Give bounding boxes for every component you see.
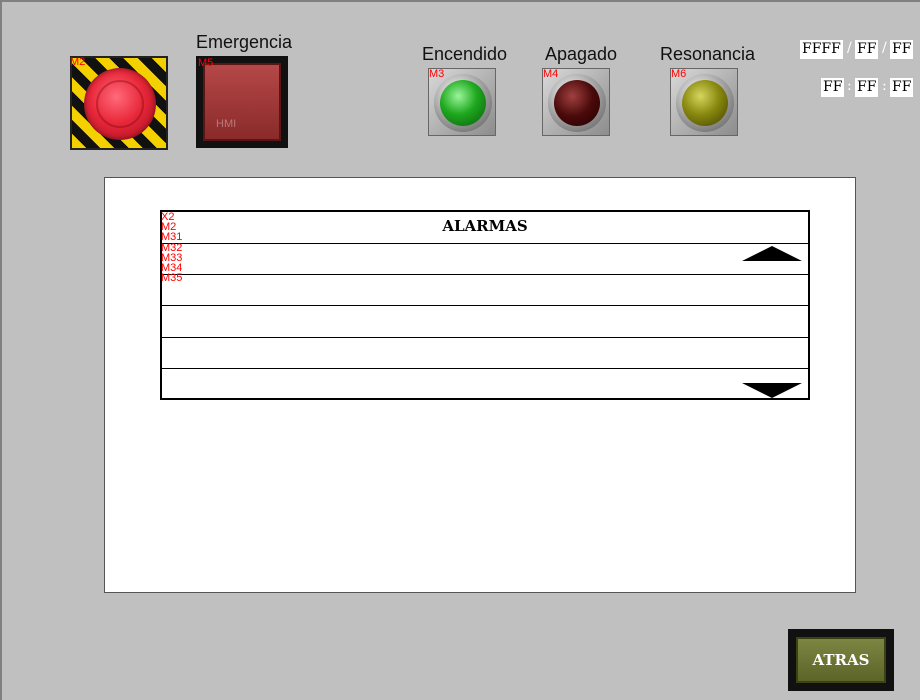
light-tag-resonancia: M6 — [671, 68, 687, 80]
time-minute: FF — [855, 78, 879, 97]
alarm-row[interactable] — [162, 305, 808, 306]
alarm-row[interactable] — [162, 337, 808, 338]
emergency-button[interactable] — [196, 56, 288, 148]
emergency-tag: M5 — [198, 57, 214, 69]
hmi-screen: M2 Emergencia M5 HMI Encendido M3 Apagad… — [0, 0, 920, 700]
emergency-button-face — [203, 63, 281, 141]
light-lens-red — [554, 80, 600, 126]
estop-tag: M2 — [70, 56, 86, 68]
light-title-apagado: Apagado — [545, 44, 618, 64]
time-sep: : — [847, 78, 852, 94]
scroll-up-arrow-icon[interactable] — [742, 246, 802, 261]
time-hour: FF — [821, 78, 845, 97]
date-day: FF — [890, 40, 914, 59]
light-tag-encendido: M3 — [429, 68, 445, 80]
back-button-label: ATRAS — [796, 637, 886, 683]
alarm-table[interactable]: ALARMAS — [160, 210, 810, 400]
emergency-title: Emergencia — [196, 32, 293, 52]
date-sep: / — [882, 40, 887, 56]
emergency-stop-ring — [96, 80, 144, 128]
date-month: FF — [855, 40, 879, 59]
time-sep: : — [882, 78, 887, 94]
time-second: FF — [890, 78, 914, 97]
alarm-title: ALARMAS — [442, 217, 528, 235]
light-lens-green — [440, 80, 486, 126]
light-tag-apagado: M4 — [543, 68, 559, 80]
back-button[interactable]: ATRAS — [788, 629, 894, 691]
scroll-down-arrow-icon[interactable] — [742, 383, 802, 398]
date-year: FFFF — [800, 40, 843, 59]
date-sep: / — [847, 40, 852, 56]
alarm-tag: M35 — [161, 272, 183, 285]
alarm-row[interactable] — [162, 243, 808, 244]
light-title-resonancia: Resonancia — [660, 44, 756, 64]
light-lens-yellow — [682, 80, 728, 126]
alarm-tag-list: X2 M2 M31 M32 M33 M34 M35 — [161, 211, 183, 285]
alarm-row[interactable] — [162, 274, 808, 275]
light-title-encendido: Encendido — [422, 44, 508, 64]
emergency-stop-button[interactable] — [70, 56, 168, 150]
alarm-row[interactable] — [162, 368, 808, 369]
